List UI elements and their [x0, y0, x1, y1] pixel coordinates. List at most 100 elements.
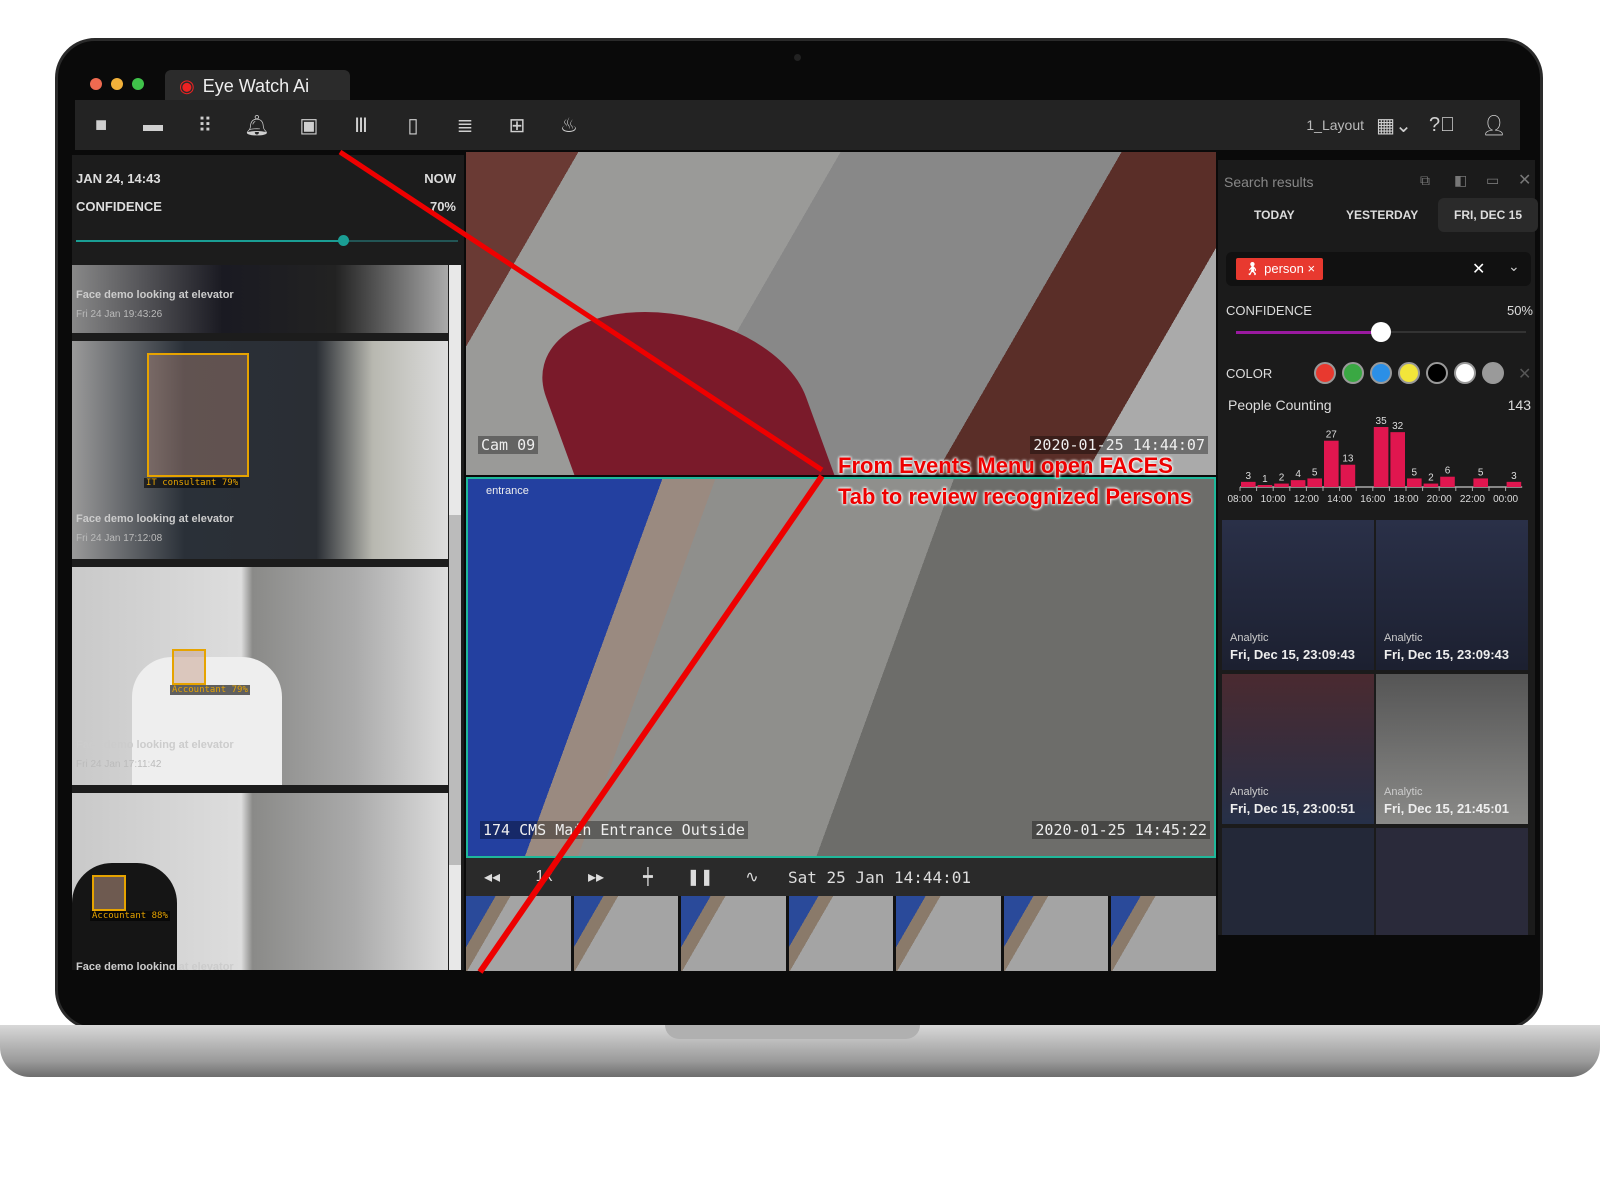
color-swatch[interactable] [1314, 362, 1336, 384]
color-swatch[interactable] [1454, 362, 1476, 384]
map-icon[interactable]: ▯ [387, 105, 439, 145]
step-icon[interactable]: ┿ [622, 867, 674, 887]
bar [1290, 480, 1306, 487]
confidence-slider[interactable] [1236, 322, 1526, 342]
result-card[interactable]: Analytic Fri, Dec 15, 21:45:01 [1376, 674, 1528, 824]
confidence-slider[interactable] [76, 235, 458, 246]
slider-handle[interactable] [1371, 322, 1391, 342]
activity-icon[interactable]: ∿ [726, 867, 778, 887]
tick-label: 00:00 [1493, 494, 1518, 505]
bar [1257, 485, 1273, 487]
date-to[interactable]: NOW [424, 171, 456, 186]
slider-handle[interactable] [338, 235, 350, 246]
minimize-window-button[interactable] [111, 78, 123, 90]
app-tab[interactable]: ◉ Eye Watch Ai [165, 70, 350, 102]
tiles-icon[interactable]: ⊞ [491, 105, 543, 145]
help-icon[interactable]: ?⃝ [1416, 105, 1468, 145]
thumbnail[interactable] [788, 896, 894, 971]
grid-icon[interactable]: ⠿ [179, 105, 231, 145]
timeline-thumbnails [466, 896, 1217, 971]
fire-icon[interactable]: ♨ [543, 105, 595, 145]
panel-icon[interactable]: ▭ [1486, 172, 1499, 189]
result-card[interactable]: Analytic Fri, Dec 15, 23:09:43 [1376, 520, 1528, 670]
library-icon[interactable]: Ⅲ [335, 105, 387, 145]
maximize-window-button[interactable] [132, 78, 144, 90]
search-results-panel: Search results ⧉ ◧ ▭ ✕ TODAY YESTERDAY F… [1218, 160, 1538, 935]
laptop-notch [665, 1025, 920, 1039]
clear-icon[interactable]: ✕ [1472, 259, 1485, 279]
data-label: 4 [1295, 469, 1301, 480]
bar [1340, 464, 1356, 487]
close-icon[interactable]: ✕ [1518, 170, 1531, 190]
thumbnail[interactable] [1111, 896, 1217, 971]
pause-icon[interactable]: ❚❚ [674, 867, 726, 887]
user-icon[interactable]: 👤︎ [1468, 105, 1520, 145]
result-card[interactable] [1222, 828, 1374, 935]
data-label: 5 [1412, 467, 1418, 478]
color-swatch[interactable] [1342, 362, 1364, 384]
tick-label: 14:00 [1327, 494, 1352, 505]
layout-grid-icon[interactable]: ▦⌄ [1372, 105, 1416, 145]
data-label: 6 [1445, 466, 1451, 477]
color-swatch[interactable] [1426, 362, 1448, 384]
result-card[interactable] [1376, 828, 1528, 935]
bar [1506, 481, 1522, 487]
color-swatch[interactable] [1370, 362, 1392, 384]
tick-label: 10:00 [1261, 494, 1286, 505]
color-swatch[interactable] [1482, 362, 1504, 384]
speed-selector[interactable]: 1x [518, 868, 570, 886]
window-icon[interactable]: ⧉ [1420, 172, 1430, 189]
data-label: 3 [1246, 471, 1252, 482]
thumbnail[interactable] [896, 896, 1001, 971]
bar [1440, 476, 1455, 487]
bar [1324, 440, 1339, 487]
folder-icon[interactable]: ▬ [127, 105, 179, 145]
bar [1423, 483, 1439, 487]
scrollbar[interactable] [449, 265, 461, 970]
thumbnail[interactable] [681, 896, 786, 971]
event-card[interactable]: IT consultant 79% Face demo looking at e… [72, 341, 448, 559]
tab-fri-dec-15[interactable]: FRI, DEC 15 [1438, 198, 1538, 232]
list-icon[interactable]: ≣ [439, 105, 491, 145]
calendar-icon[interactable]: ▣ [283, 105, 335, 145]
bar [1407, 478, 1422, 487]
event-card[interactable]: Accountant 79% Face demo looking at elev… [72, 567, 448, 785]
camera-view-cam09[interactable]: Cam 09 2020-01-25 14:44:07 [466, 152, 1216, 475]
fast-forward-icon[interactable]: ▸▸ [570, 867, 622, 887]
close-window-button[interactable] [90, 78, 102, 90]
chevron-down-icon[interactable]: ⌄ [1508, 258, 1520, 275]
camera-name: 174 CMS Main Entrance Outside [480, 821, 748, 839]
tab-yesterday[interactable]: YESTERDAY [1346, 208, 1418, 222]
data-label: 2 [1279, 473, 1285, 484]
chart-title: People Counting [1228, 397, 1332, 413]
filter-chip[interactable]: 🚶︎ person × [1236, 258, 1324, 280]
event-card[interactable]: Face demo looking at elevator Fri 24 Jan… [72, 265, 448, 333]
toolbar: ■ ▬ ⠿ 🔔︎ ▣ Ⅲ ▯ ≣ ⊞ ♨ 1_Layout ▦⌄ ?⃝ 👤︎ [75, 100, 1520, 150]
data-label: 5 [1312, 467, 1318, 478]
filter-input[interactable]: 🚶︎ person × ✕ ⌄ [1226, 252, 1531, 286]
bell-icon[interactable]: 🔔︎ [231, 105, 283, 145]
camera-view-entrance[interactable]: entrance 174 CMS Main Entrance Outside 2… [466, 477, 1216, 858]
bar [1390, 432, 1405, 487]
rewind-icon[interactable]: ◂◂ [466, 867, 518, 887]
app-title: Eye Watch Ai [202, 75, 310, 96]
confidence-label: CONFIDENCE [76, 199, 162, 214]
color-swatch[interactable] [1398, 362, 1420, 384]
date-from[interactable]: JAN 24, 14:43 [76, 171, 161, 186]
event-card[interactable]: Accountant 88% Face demo looking at elev… [72, 793, 448, 970]
result-card[interactable]: Analytic Fri, Dec 15, 23:00:51 [1222, 674, 1374, 824]
tab-today[interactable]: TODAY [1254, 208, 1295, 222]
clear-colors-icon[interactable]: ✕ [1518, 364, 1531, 384]
thumbnail[interactable] [466, 896, 571, 971]
thumbnail[interactable] [1003, 896, 1109, 971]
tick-label: 18:00 [1393, 494, 1418, 505]
layout-selector[interactable]: 1_Layout [1306, 117, 1364, 133]
result-card[interactable]: Analytic Fri, Dec 15, 23:09:43 [1222, 520, 1374, 670]
camera-icon[interactable]: ■ [75, 105, 127, 145]
data-label: 32 [1392, 421, 1404, 432]
sidebar-icon[interactable]: ◧ [1454, 172, 1467, 189]
bar [1307, 478, 1322, 487]
bar [1373, 427, 1389, 487]
face-tag: Accountant 79% [170, 685, 250, 695]
thumbnail[interactable] [573, 896, 679, 971]
